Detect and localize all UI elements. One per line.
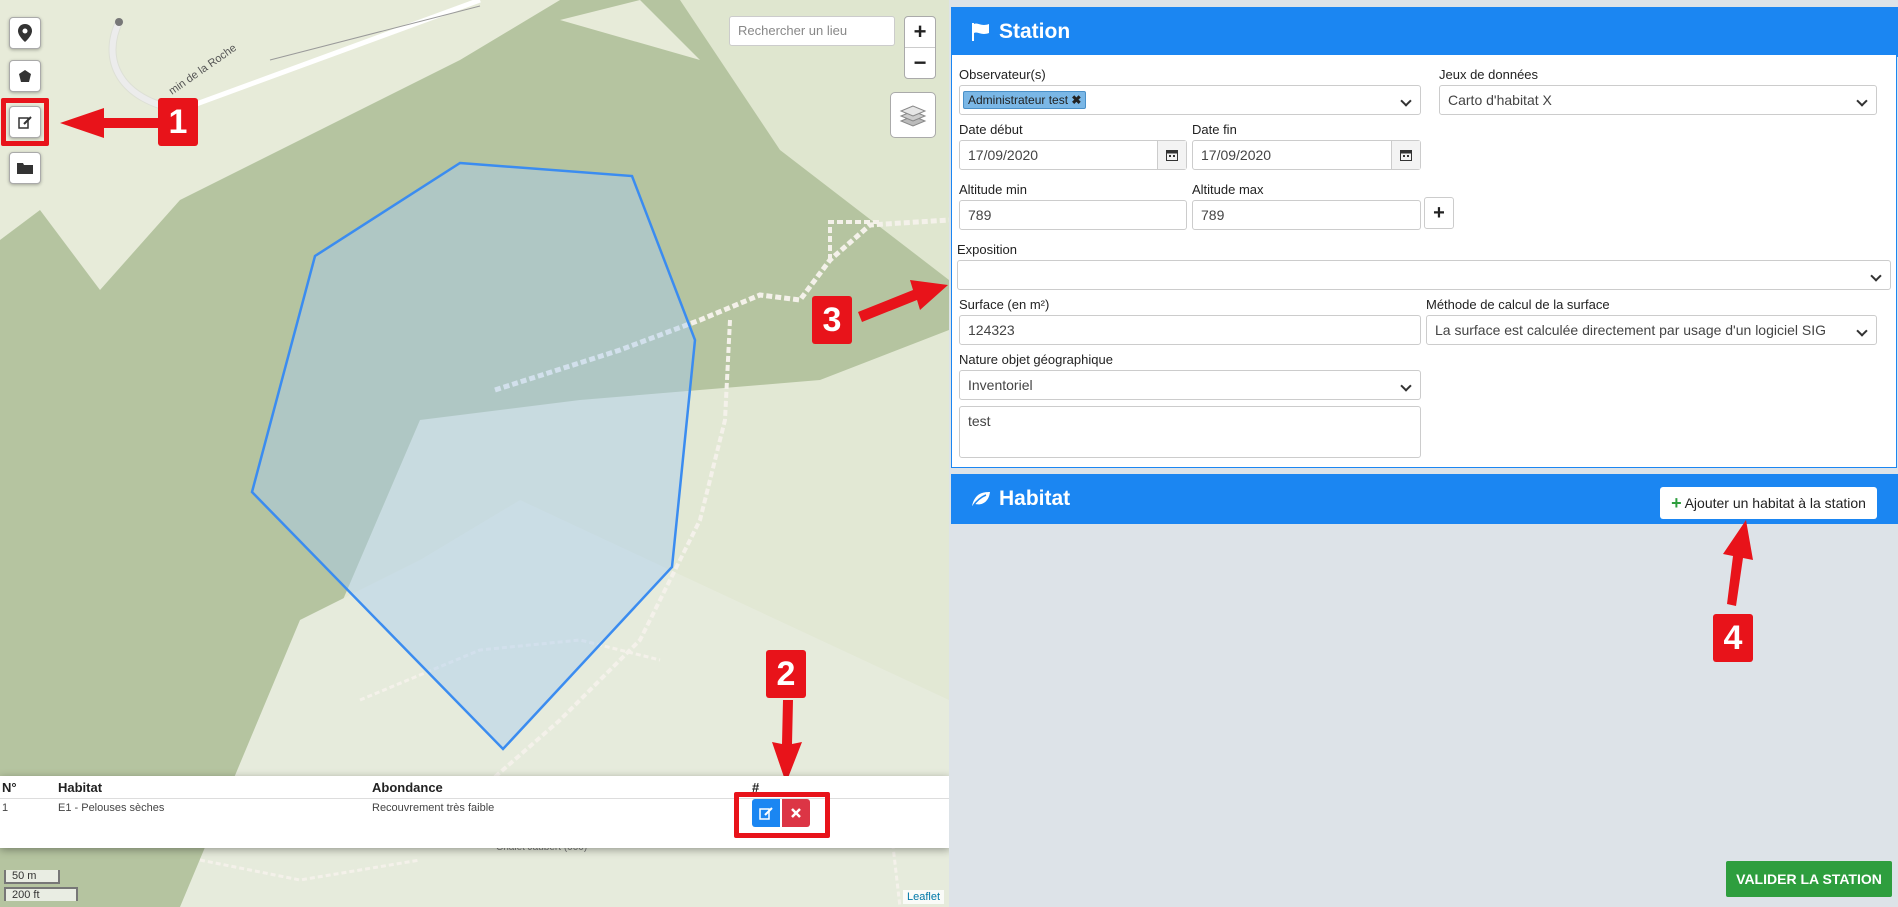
add-habitat-label: Ajouter un habitat à la station <box>1684 495 1866 511</box>
annotation-badge-2: 2 <box>766 650 806 698</box>
exposition-select[interactable] <box>957 260 1891 290</box>
date-debut-calendar-button[interactable] <box>1157 141 1186 169</box>
map[interactable]: min de la Roche Chalet Jaubert (000) Rec… <box>0 0 949 907</box>
date-fin-calendar-button[interactable] <box>1391 141 1420 169</box>
calendar-icon <box>1400 150 1412 161</box>
methode-label: Méthode de calcul de la surface <box>1426 297 1610 312</box>
annotation-badge-1: 1 <box>158 98 198 146</box>
plus-icon: + <box>1433 201 1445 224</box>
nature-label: Nature objet géographique <box>959 352 1113 367</box>
date-fin-input[interactable]: 17/09/2020 <box>1192 140 1421 170</box>
habitat-table: N° Habitat Abondance # 1 E1 - Pelouses s… <box>0 776 949 848</box>
map-tiles: min de la Roche Chalet Jaubert (000) <box>0 0 949 907</box>
zoom-in-button[interactable]: + <box>905 17 935 47</box>
alt-max-label: Altitude max <box>1192 182 1264 197</box>
comment-textarea[interactable]: test <box>959 406 1421 458</box>
scale-imperial: 200 ft <box>4 887 78 901</box>
date-fin-label: Date fin <box>1192 122 1237 137</box>
col-habitat: Habitat <box>58 780 103 795</box>
layers-button[interactable] <box>890 92 936 138</box>
validate-station-button[interactable]: VALIDER LA STATION <box>1726 861 1892 897</box>
annotation-badge-4: 4 <box>1713 614 1753 662</box>
add-habitat-button[interactable]: + Ajouter un habitat à la station <box>1660 487 1877 519</box>
observateur-chip[interactable]: Administrateur test ✖ <box>963 91 1087 109</box>
observateur-chip-label: Administrateur test <box>968 93 1069 107</box>
calendar-icon <box>1166 150 1178 161</box>
habitat-title: Habitat <box>999 487 1071 510</box>
open-file-button[interactable] <box>9 152 41 184</box>
place-search-input[interactable]: Rechercher un lieu <box>729 16 895 46</box>
scale-metric: 50 m <box>4 870 60 884</box>
station-header: Station <box>951 7 1898 57</box>
zoom-out-button[interactable]: − <box>905 47 935 78</box>
jeux-select[interactable]: Carto d'habitat X <box>1439 85 1877 115</box>
col-abondance: Abondance <box>372 780 443 795</box>
annotation-badge-3: 3 <box>812 296 852 344</box>
add-altitude-button[interactable]: + <box>1424 197 1454 229</box>
date-debut-value: 17/09/2020 <box>968 147 1039 163</box>
leaflet-attribution-link[interactable]: Leaflet <box>903 890 945 904</box>
date-fin-value: 17/09/2020 <box>1201 147 1272 163</box>
add-marker-button[interactable] <box>9 17 41 49</box>
date-debut-label: Date début <box>959 122 1023 137</box>
jeux-label: Jeux de données <box>1439 67 1539 82</box>
alt-max-input[interactable]: 789 <box>1192 200 1421 230</box>
flag-icon <box>972 23 989 41</box>
methode-select[interactable]: La surface est calculée directement par … <box>1426 315 1877 345</box>
arrow-4 <box>1723 520 1753 606</box>
observateurs-select[interactable]: Administrateur test ✖ <box>959 85 1421 115</box>
zoom-control: + − <box>904 16 936 79</box>
layers-icon <box>899 105 927 127</box>
alt-min-input[interactable]: 789 <box>959 200 1187 230</box>
nature-select[interactable]: Inventoriel <box>959 370 1421 400</box>
folder-icon <box>17 163 33 174</box>
highlight-box-row-actions <box>734 792 830 838</box>
map-marker-icon <box>18 24 32 42</box>
draw-polygon-button[interactable] <box>9 60 41 92</box>
highlight-box-edit <box>1 98 49 146</box>
leaf-icon <box>972 492 990 507</box>
polygon-icon <box>19 70 31 82</box>
exposition-label: Exposition <box>957 242 1017 257</box>
col-num: N° <box>2 780 17 795</box>
surface-label: Surface (en m²) <box>959 297 1050 312</box>
row-habitat: E1 - Pelouses sèches <box>58 802 165 814</box>
plus-icon: + <box>1671 492 1682 513</box>
station-title: Station <box>999 20 1071 43</box>
row-num: 1 <box>2 802 9 814</box>
date-debut-input[interactable]: 17/09/2020 <box>959 140 1187 170</box>
alt-min-label: Altitude min <box>959 182 1027 197</box>
observateurs-label: Observateur(s) <box>959 67 1046 82</box>
row-abondance: Recouvrement très faible <box>372 802 495 814</box>
chip-remove-icon[interactable]: ✖ <box>1071 93 1081 107</box>
surface-input[interactable]: 124323 <box>959 315 1421 345</box>
